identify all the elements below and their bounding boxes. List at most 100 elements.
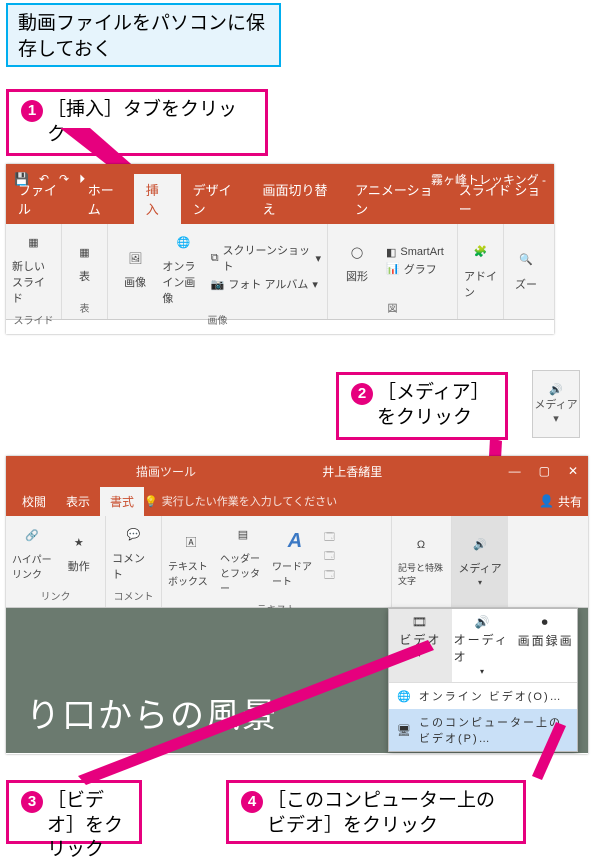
textbox-label: テキストボックス — [168, 558, 214, 588]
callout-4-text: ［このコンピューター上のビデオ］をクリック — [267, 789, 511, 838]
tab-view[interactable]: 表示 — [56, 487, 100, 516]
media-screenrec-label: 画面録画 — [518, 632, 574, 649]
media-audio-button[interactable]: 🔊 オーディオ ▾ — [452, 609, 515, 682]
table-label: 表 — [79, 268, 90, 284]
callout-3: 3 ［ビデオ］をクリック — [6, 780, 142, 844]
media-video-button[interactable]: 🎞 ビデオ ▾ — [389, 609, 452, 682]
chart-icon: 📊 — [386, 262, 400, 275]
media-screenrec-button[interactable]: ⏺ 画面録画 — [514, 609, 577, 682]
maximize-icon[interactable]: ▢ — [539, 464, 550, 478]
callout-1-text: ［挿入］タブをクリック — [47, 98, 253, 147]
addins-button[interactable]: 🧩アドイン — [464, 238, 497, 300]
share-button[interactable]: 👤共有 — [539, 493, 582, 510]
intro-note-text: 動画ファイルをパソコンに保存しておく — [18, 13, 265, 60]
close-icon[interactable]: ✕ — [568, 464, 578, 478]
tell-me-box[interactable]: 💡実行したい作業を入力してください — [144, 493, 539, 509]
tab-file[interactable]: ファイル — [6, 174, 76, 224]
action-icon: ★ — [65, 528, 93, 556]
wordart-button[interactable]: Aワードアート — [272, 528, 318, 588]
table-icon: ▦ — [71, 238, 99, 266]
media-speaker-icon: 🔊 — [466, 530, 494, 558]
new-slide-icon: ▦ — [20, 228, 48, 256]
ribbon-tabs: ファイル ホーム 挿入 デザイン 画面切り替え アニメーション スライド ショー — [6, 194, 554, 224]
textbox-button[interactable]: 🄰テキストボックス — [168, 528, 214, 588]
media-group-fragment[interactable]: 🔊 メディア ▾ — [532, 370, 580, 438]
media-audio-label: オーディオ — [454, 631, 513, 665]
online-images-button[interactable]: 🌐オンライン画像 — [162, 228, 204, 306]
minimize-icon[interactable]: — — [509, 464, 521, 478]
photo-album-button[interactable]: 📷フォト アルバム ▾ — [211, 276, 321, 292]
misc-text-icon-2[interactable]: 🗔 — [324, 549, 335, 566]
header-footer-button[interactable]: ▤ヘッダーとフッター — [220, 520, 266, 595]
tab-insert[interactable]: 挿入 — [134, 174, 181, 224]
callout-4-number: 4 — [241, 791, 263, 813]
chevron-down-icon: ▾ — [553, 412, 559, 425]
screenshot-button[interactable]: ⧉スクリーンショット ▾ — [211, 242, 321, 274]
addins-icon: 🧩 — [467, 238, 495, 266]
action-label: 動作 — [68, 558, 90, 574]
online-video-item[interactable]: 🌐オンライン ビデオ(O)… — [389, 683, 577, 709]
group-table-label: 表 — [62, 298, 107, 319]
tab-slideshow[interactable]: スライド ショー — [447, 174, 554, 224]
textbox-icon: 🄰 — [177, 528, 205, 556]
table-button[interactable]: ▦表 — [68, 238, 101, 284]
media-label: メディア — [534, 396, 577, 412]
shapes-button[interactable]: ◯図形 — [334, 238, 380, 284]
wordart-icon: A — [281, 528, 309, 556]
zoom-button[interactable]: 🔍ズー — [510, 246, 542, 292]
photo-album-icon: 📷 — [211, 278, 225, 291]
callout-1: 1 ［挿入］タブをクリック — [6, 89, 268, 156]
tab-format[interactable]: 書式 — [100, 487, 144, 516]
screenshot-icon: ⧉ — [211, 252, 219, 265]
chevron-down-icon: ▾ — [480, 667, 486, 676]
share-label: 共有 — [558, 493, 582, 510]
tab-transitions[interactable]: 画面切り替え — [250, 174, 343, 224]
tab-design[interactable]: デザイン — [181, 174, 251, 224]
callout-2-text: ［メディア］をクリック — [377, 381, 493, 430]
group-illustrations-label: 図 — [328, 298, 457, 319]
images-icon: 🖼 — [121, 244, 149, 272]
photo-album-label: フォト アルバム — [228, 276, 308, 292]
tab-review[interactable]: 校閲 — [12, 487, 56, 516]
screen-rec-icon: ⏺ — [542, 615, 550, 630]
wordart-label: ワードアート — [272, 558, 318, 588]
this-pc-video-item[interactable]: 🖥 このコンピューター上のビデオ(P)… — [389, 709, 577, 751]
header-footer-icon: ▤ — [229, 520, 257, 548]
group-addins-label — [458, 313, 503, 319]
symbols-button[interactable]: Ω記号と特殊文字 — [398, 531, 444, 587]
chevron-down-icon: ▾ — [417, 650, 423, 659]
titlebar2: 描画ツール 井上香緒里 — ▢ ✕ — [6, 456, 588, 486]
pc-video-icon: 🖥 — [397, 724, 413, 737]
callout-2: 2 ［メディア］をクリック — [336, 372, 508, 440]
online-images-icon: 🌐 — [170, 228, 198, 256]
smartart-button[interactable]: ◧SmartArt — [386, 246, 444, 259]
shapes-icon: ◯ — [343, 238, 371, 266]
hyperlink-button[interactable]: 🔗ハイパーリンク — [12, 521, 53, 581]
screenshot-insert-tab: 💾 ↶ ↷ ⏵ 霧ヶ峰トレッキング - ファイル ホーム 挿入 デザイン 画面切… — [6, 164, 554, 334]
comment-label: コメント — [112, 550, 155, 582]
comment-button[interactable]: 💬コメント — [112, 520, 155, 582]
callout-3-text: ［ビデオ］をクリック — [47, 789, 127, 863]
tab-home[interactable]: ホーム — [76, 174, 134, 224]
symbols-label: 記号と特殊文字 — [398, 561, 444, 587]
chart-button[interactable]: 📊 グラフ — [386, 261, 444, 277]
images-button[interactable]: 🖼 画像 — [114, 244, 156, 290]
group-comment-label: コメント — [106, 586, 161, 607]
tab-animations[interactable]: アニメーション — [343, 174, 447, 224]
misc-text-icon-1[interactable]: 🗔 — [324, 530, 335, 547]
chart-label: グラフ — [404, 261, 437, 277]
addins-label: アドイン — [464, 268, 497, 300]
media-button[interactable]: 🔊メディア▾ — [458, 530, 502, 587]
intro-note: 動画ファイルをパソコンに保存しておく — [6, 3, 281, 67]
new-slide-button[interactable]: ▦新しいスライド — [12, 228, 55, 306]
misc-text-icon-3[interactable]: 🗔 — [324, 568, 335, 585]
lightbulb-icon: 💡 — [144, 495, 158, 508]
images-label: 画像 — [124, 274, 146, 290]
zoom-label: ズー — [515, 276, 537, 292]
action-button[interactable]: ★ 動作 — [59, 528, 100, 574]
ribbon-2: 🔗ハイパーリンク ★動作 リンク 💬コメント コメント 🄰テキストボックス ▤ヘ… — [6, 516, 588, 608]
header-footer-label: ヘッダーとフッター — [220, 550, 266, 595]
smartart-icon: ◧ — [386, 246, 396, 259]
this-pc-video-label: このコンピューター上のビデオ(P)… — [419, 714, 569, 746]
ribbon: ▦新しいスライド スライド ▦表 表 🖼画像 🌐オンライン画像 ⧉スクリーンショ… — [6, 224, 554, 320]
